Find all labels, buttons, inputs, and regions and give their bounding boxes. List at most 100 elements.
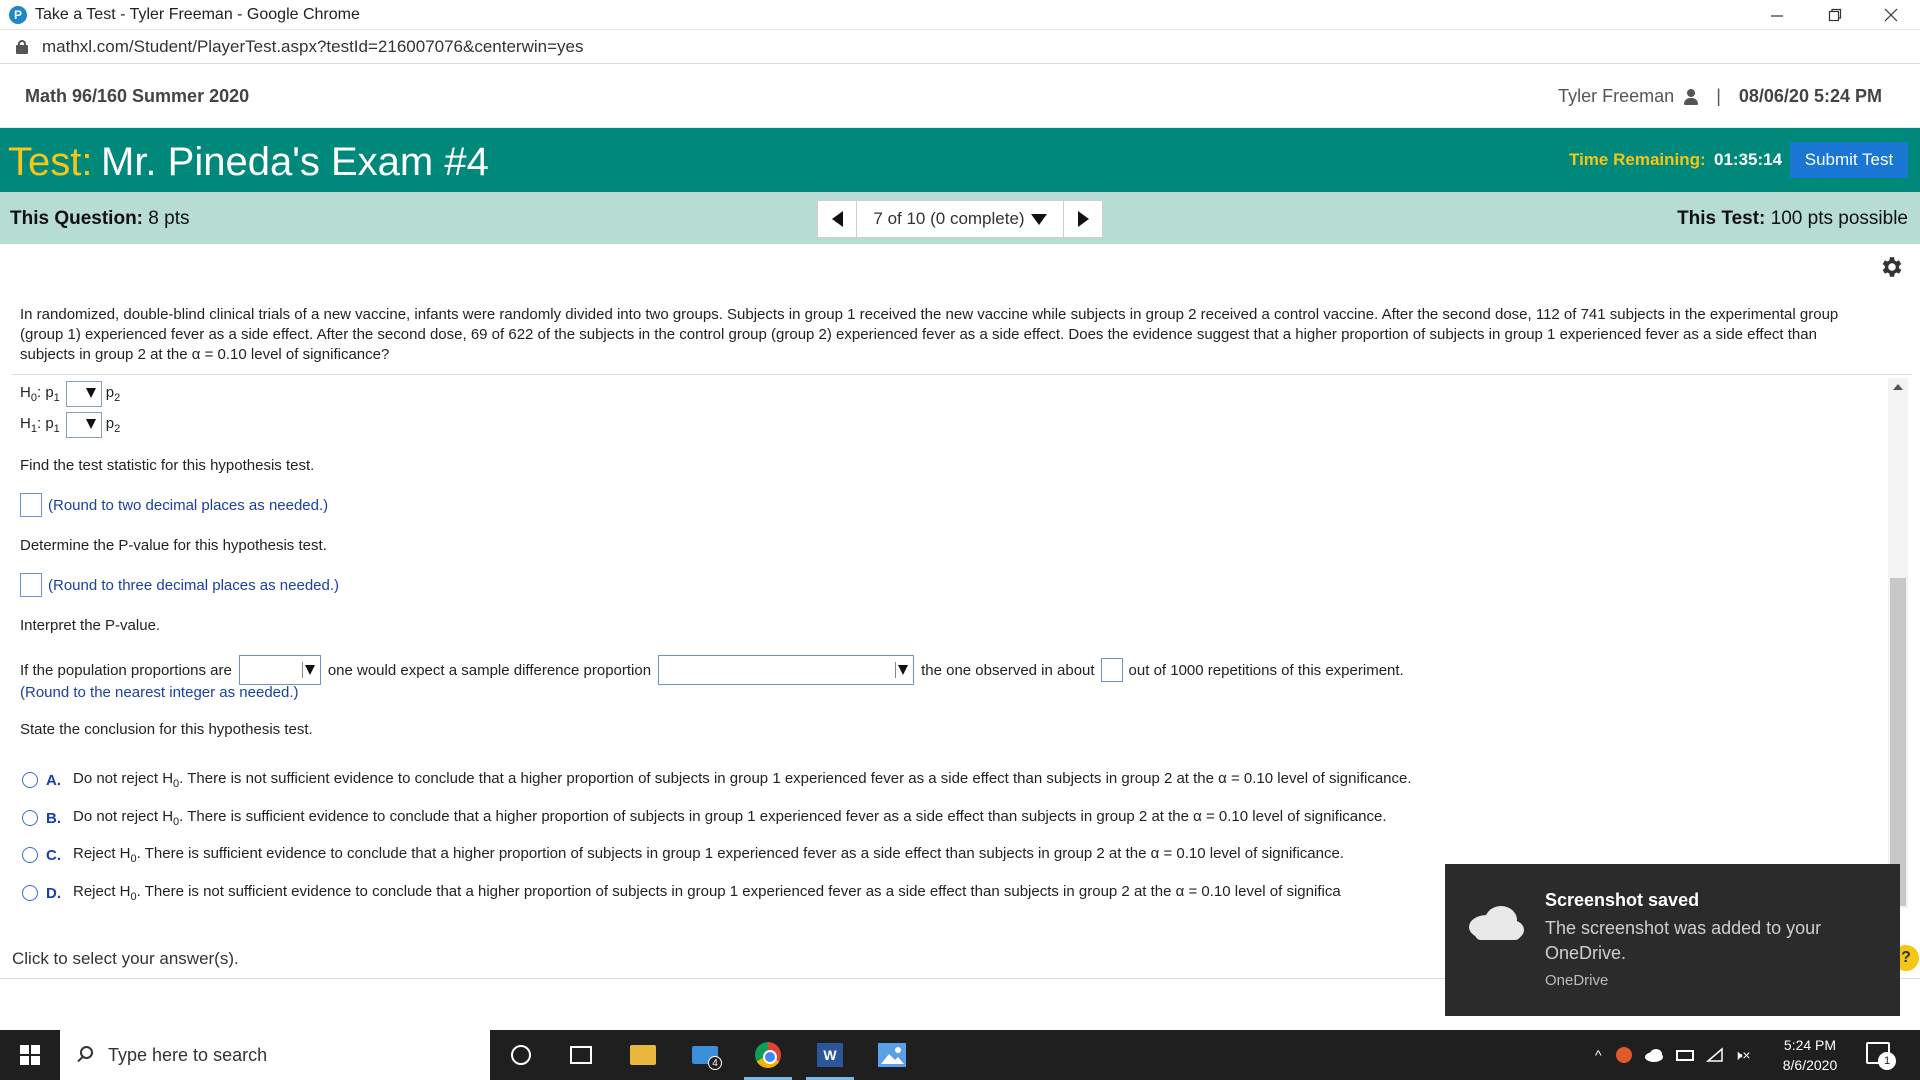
option-d[interactable]: D. Reject H0. There is not sufficient ev…	[22, 883, 1442, 903]
mail-button[interactable]: 4	[690, 1040, 722, 1070]
file-explorer-button[interactable]	[628, 1040, 658, 1070]
cortana-button[interactable]	[506, 1040, 536, 1070]
alt-hypothesis-row: H1: p1 p2	[20, 412, 120, 438]
click-to-select-note: Click to select your answer(s).	[12, 949, 239, 968]
time-remaining-value: 01:35:14	[1714, 150, 1783, 169]
toast-title: Screenshot saved	[1545, 890, 1700, 910]
p-value-row: (Round to three decimal places as needed…	[20, 573, 339, 597]
submit-test-button[interactable]: Submit Test	[1790, 142, 1908, 178]
screenshot-saved-toast[interactable]: Screenshot saved The screenshot was adde…	[1445, 864, 1900, 1016]
round-two-hint: (Round to two decimal places as needed.)	[48, 496, 329, 514]
restore-icon	[1828, 8, 1842, 22]
option-a[interactable]: A. Do not reject H0. There is not suffic…	[22, 770, 1412, 790]
volume-muted-icon[interactable]: 🕨×	[1734, 1047, 1751, 1064]
app-tray-icon[interactable]	[1615, 1047, 1632, 1063]
question-navigator: 7 of 10 (0 complete)	[817, 200, 1103, 238]
minimize-icon	[1771, 15, 1783, 17]
null-hypothesis-row: H0: p1 p2	[20, 381, 120, 407]
question-text: In randomized, double-blind clinical tri…	[20, 306, 1839, 363]
test-label: Test:	[8, 140, 93, 184]
question-selector-dropdown[interactable]: 7 of 10 (0 complete)	[857, 200, 1063, 238]
taskbar-date: 8/6/2020	[1782, 1057, 1838, 1073]
mail-icon: 4	[692, 1046, 722, 1070]
h0-label: H0: p1	[20, 384, 60, 404]
start-button[interactable]	[0, 1030, 60, 1080]
option-c[interactable]: C. Reject H0. There is sufficient eviden…	[22, 845, 1344, 865]
sample-difference-dropdown[interactable]	[658, 655, 915, 685]
word-icon: W	[817, 1043, 843, 1067]
minimize-button[interactable]	[1748, 0, 1806, 30]
header-separator: |	[1716, 86, 1721, 106]
answer-scrollbar-thumb[interactable]	[1890, 578, 1906, 906]
h1-label: H1: p1	[20, 415, 60, 435]
p-value-input[interactable]	[20, 573, 42, 597]
option-b-letter: B.	[46, 809, 61, 827]
h0-operator-dropdown[interactable]	[65, 381, 102, 407]
course-header: Math 96/160 Summer 2020 Tyler Freeman | …	[0, 64, 1920, 128]
population-proportions-dropdown[interactable]	[238, 655, 321, 685]
battery-icon[interactable]	[1675, 1049, 1694, 1061]
caret-down-icon	[85, 388, 96, 398]
word-button[interactable]: W	[815, 1040, 845, 1070]
this-test-points: This Test: 100 pts possible	[1677, 208, 1908, 230]
interp-text-4: out of 1000 repetitions of this experime…	[1128, 661, 1404, 679]
this-question-value: 8 pts	[148, 208, 190, 229]
url-text[interactable]: mathxl.com/Student/PlayerTest.aspx?testI…	[42, 37, 584, 57]
windows-logo-icon	[20, 1045, 40, 1065]
chrome-button[interactable]	[753, 1040, 783, 1070]
restore-button[interactable]	[1806, 0, 1864, 30]
interp-text-2: one would expect a sample difference pro…	[327, 661, 652, 679]
h0-p2: p2	[105, 384, 121, 404]
state-conclusion-prompt: State the conclusion for this hypothesis…	[20, 721, 313, 738]
close-button[interactable]	[1862, 0, 1920, 30]
h1-operator-dropdown[interactable]	[65, 412, 102, 438]
search-icon	[76, 1046, 94, 1064]
task-view-button[interactable]	[566, 1040, 596, 1070]
wifi-icon[interactable]	[1705, 1047, 1724, 1063]
this-test-label: This Test:	[1677, 208, 1766, 229]
toast-source: OneDrive	[1545, 972, 1609, 989]
course-title: Math 96/160 Summer 2020	[25, 86, 250, 106]
round-three-hint: (Round to three decimal places as needed…	[48, 576, 340, 594]
mail-badge: 4	[708, 1056, 722, 1070]
caret-down-icon	[85, 419, 96, 429]
address-bar[interactable]: mathxl.com/Student/PlayerTest.aspx?testI…	[0, 30, 1920, 64]
notification-count-badge: 1	[1878, 1052, 1896, 1070]
find-p-value-prompt: Determine the P-value for this hypothesi…	[20, 537, 327, 554]
taskbar-search-box[interactable]: Type here to search	[60, 1030, 490, 1080]
test-statistic-input[interactable]	[20, 493, 42, 517]
taskbar-search-placeholder: Type here to search	[108, 1044, 268, 1065]
option-d-letter: D.	[46, 884, 61, 902]
previous-question-button[interactable]	[817, 200, 857, 238]
interp-text-1: If the population proportions are	[20, 661, 232, 679]
option-a-text: Do not reject H0. There is not sufficien…	[73, 770, 1412, 790]
user-name[interactable]: Tyler Freeman	[1558, 86, 1674, 107]
arrow-left-icon	[831, 211, 843, 227]
option-b-radio[interactable]	[22, 810, 38, 826]
user-icon[interactable]	[1684, 88, 1699, 105]
option-b-text: Do not reject H0. There is sufficient ev…	[73, 808, 1387, 828]
find-test-statistic-prompt: Find the test statistic for this hypothe…	[20, 457, 315, 474]
round-integer-hint: (Round to the nearest integer as needed.…	[20, 684, 299, 701]
windows-taskbar: Type here to search 4 W ^ 🕨× 5:24 PM 8/6…	[0, 1030, 1920, 1080]
onedrive-tray-icon[interactable]	[1644, 1048, 1664, 1062]
photos-icon	[878, 1043, 906, 1067]
taskbar-time: 5:24 PM	[1783, 1037, 1837, 1053]
next-question-button[interactable]	[1063, 200, 1103, 238]
repetitions-input[interactable]	[1100, 658, 1123, 682]
scroll-up-icon[interactable]	[1893, 384, 1903, 390]
toast-body: The screenshot was added to your OneDriv…	[1545, 918, 1822, 963]
caret-down-icon	[1030, 213, 1047, 225]
show-hidden-icons-button[interactable]: ^	[1595, 1047, 1602, 1063]
option-b[interactable]: B. Do not reject H0. There is sufficient…	[22, 808, 1387, 828]
gear-icon[interactable]	[1879, 254, 1905, 280]
option-a-radio[interactable]	[22, 772, 38, 788]
option-d-radio[interactable]	[22, 885, 38, 901]
taskbar-clock[interactable]: 5:24 PM 8/6/2020	[1770, 1035, 1850, 1075]
option-c-radio[interactable]	[22, 847, 38, 863]
onedrive-cloud-icon	[1469, 906, 1524, 940]
question-divider	[12, 374, 1912, 375]
h1-p2: p2	[105, 415, 121, 435]
photos-button[interactable]	[877, 1040, 907, 1070]
time-remaining-label: Time Remaining:	[1569, 150, 1706, 169]
